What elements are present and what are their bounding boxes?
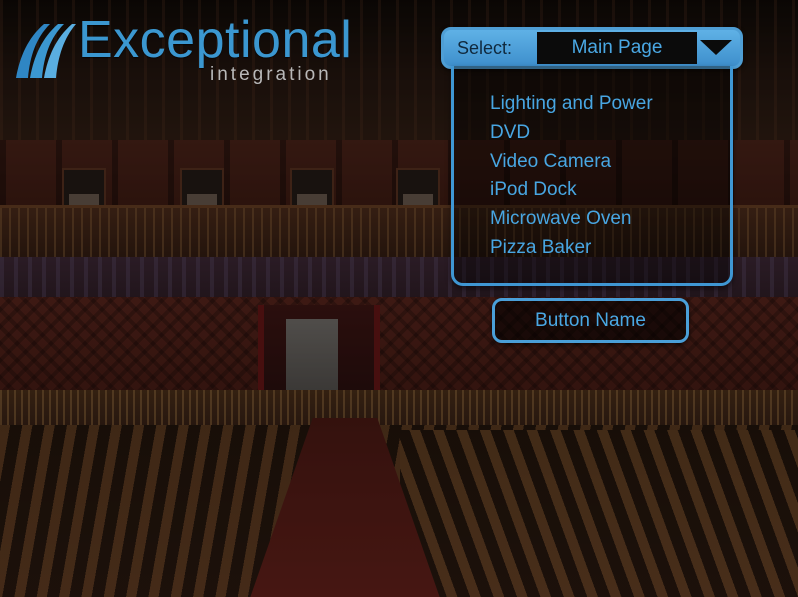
menu-item-ipod-dock[interactable]: iPod Dock bbox=[490, 176, 653, 205]
logo-wordmark: Exceptional bbox=[78, 11, 353, 69]
company-logo: Exceptional integration bbox=[14, 11, 359, 88]
button-name-button[interactable]: Button Name bbox=[492, 298, 689, 343]
triangle-down-icon[interactable] bbox=[700, 40, 732, 55]
logo-subtitle: integration bbox=[210, 64, 332, 85]
menu-item-video-camera[interactable]: Video Camera bbox=[490, 148, 653, 177]
select-label: Select: bbox=[457, 38, 513, 58]
blue-waves-logo-icon bbox=[16, 24, 76, 78]
menu-item-dvd[interactable]: DVD bbox=[490, 119, 653, 148]
menu-item-microwave-oven[interactable]: Microwave Oven bbox=[490, 205, 653, 234]
page-select-dropdown[interactable]: Select: Main Page bbox=[441, 27, 743, 69]
menu-item-pizza-baker[interactable]: Pizza Baker bbox=[490, 234, 653, 263]
dropdown-menu: Lighting and Power DVD Video Camera iPod… bbox=[451, 66, 733, 286]
menu-item-lighting-and-power[interactable]: Lighting and Power bbox=[490, 90, 653, 119]
select-value-field[interactable]: Main Page bbox=[537, 32, 697, 64]
selected-page: Main Page bbox=[571, 37, 663, 58]
